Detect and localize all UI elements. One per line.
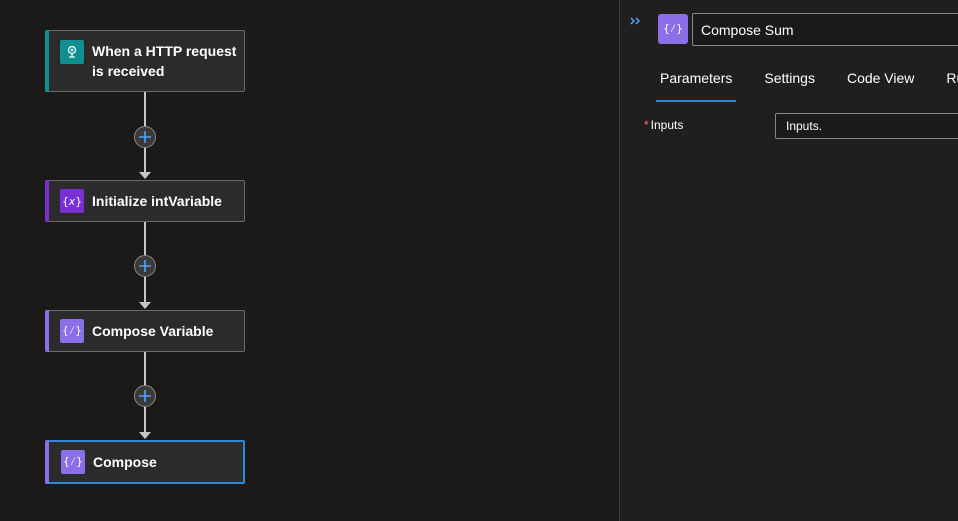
action-node-compose-variable[interactable]: {⁄} Compose Variable — [45, 310, 245, 352]
plus-icon — [139, 390, 151, 402]
compose-icon: {⁄} — [60, 319, 84, 343]
http-request-icon — [60, 40, 84, 64]
tab-parameters[interactable]: Parameters — [655, 62, 737, 102]
plus-icon — [139, 131, 151, 143]
node-label: Compose — [93, 454, 157, 470]
tab-code-view[interactable]: Code View — [847, 62, 914, 100]
tab-run-after[interactable]: Run After — [946, 62, 958, 100]
variable-icon: {x} — [60, 189, 84, 213]
connector-arrow — [139, 432, 151, 439]
designer-canvas: When a HTTP request is received {x} Init… — [0, 0, 620, 521]
add-step-button[interactable] — [134, 126, 156, 148]
node-accent-bar — [45, 180, 49, 222]
node-accent-bar — [45, 30, 49, 92]
double-chevron-right-icon — [630, 17, 641, 25]
node-label: When a HTTP request is received — [92, 43, 237, 79]
node-accent-bar — [45, 310, 49, 352]
connector-arrow — [139, 172, 151, 179]
action-node-compose[interactable]: {⁄} Compose — [45, 440, 245, 484]
inputs-field-label: * Inputs — [644, 118, 684, 132]
panel-tabs: Parameters Settings Code View Run After — [655, 62, 958, 102]
node-accent-bar — [45, 440, 49, 484]
node-label: Compose Variable — [92, 323, 214, 339]
add-step-button[interactable] — [134, 255, 156, 277]
inputs-field[interactable]: Inputs. — [775, 113, 958, 139]
node-label: Initialize intVariable — [92, 193, 222, 209]
compose-icon: {⁄} — [658, 14, 688, 44]
plus-icon — [139, 260, 151, 272]
action-node-initialize-variable[interactable]: {x} Initialize intVariable — [45, 180, 245, 222]
action-details-panel: {⁄} Parameters Settings Code View Run Af… — [619, 0, 958, 521]
trigger-node-http-request[interactable]: When a HTTP request is received — [45, 30, 245, 92]
required-marker: * — [644, 118, 649, 132]
action-title-input[interactable] — [692, 13, 958, 46]
connector-arrow — [139, 302, 151, 309]
compose-icon: {⁄} — [61, 450, 85, 474]
tab-settings[interactable]: Settings — [764, 62, 815, 100]
collapse-panel-button[interactable] — [628, 13, 644, 29]
add-step-button[interactable] — [134, 385, 156, 407]
